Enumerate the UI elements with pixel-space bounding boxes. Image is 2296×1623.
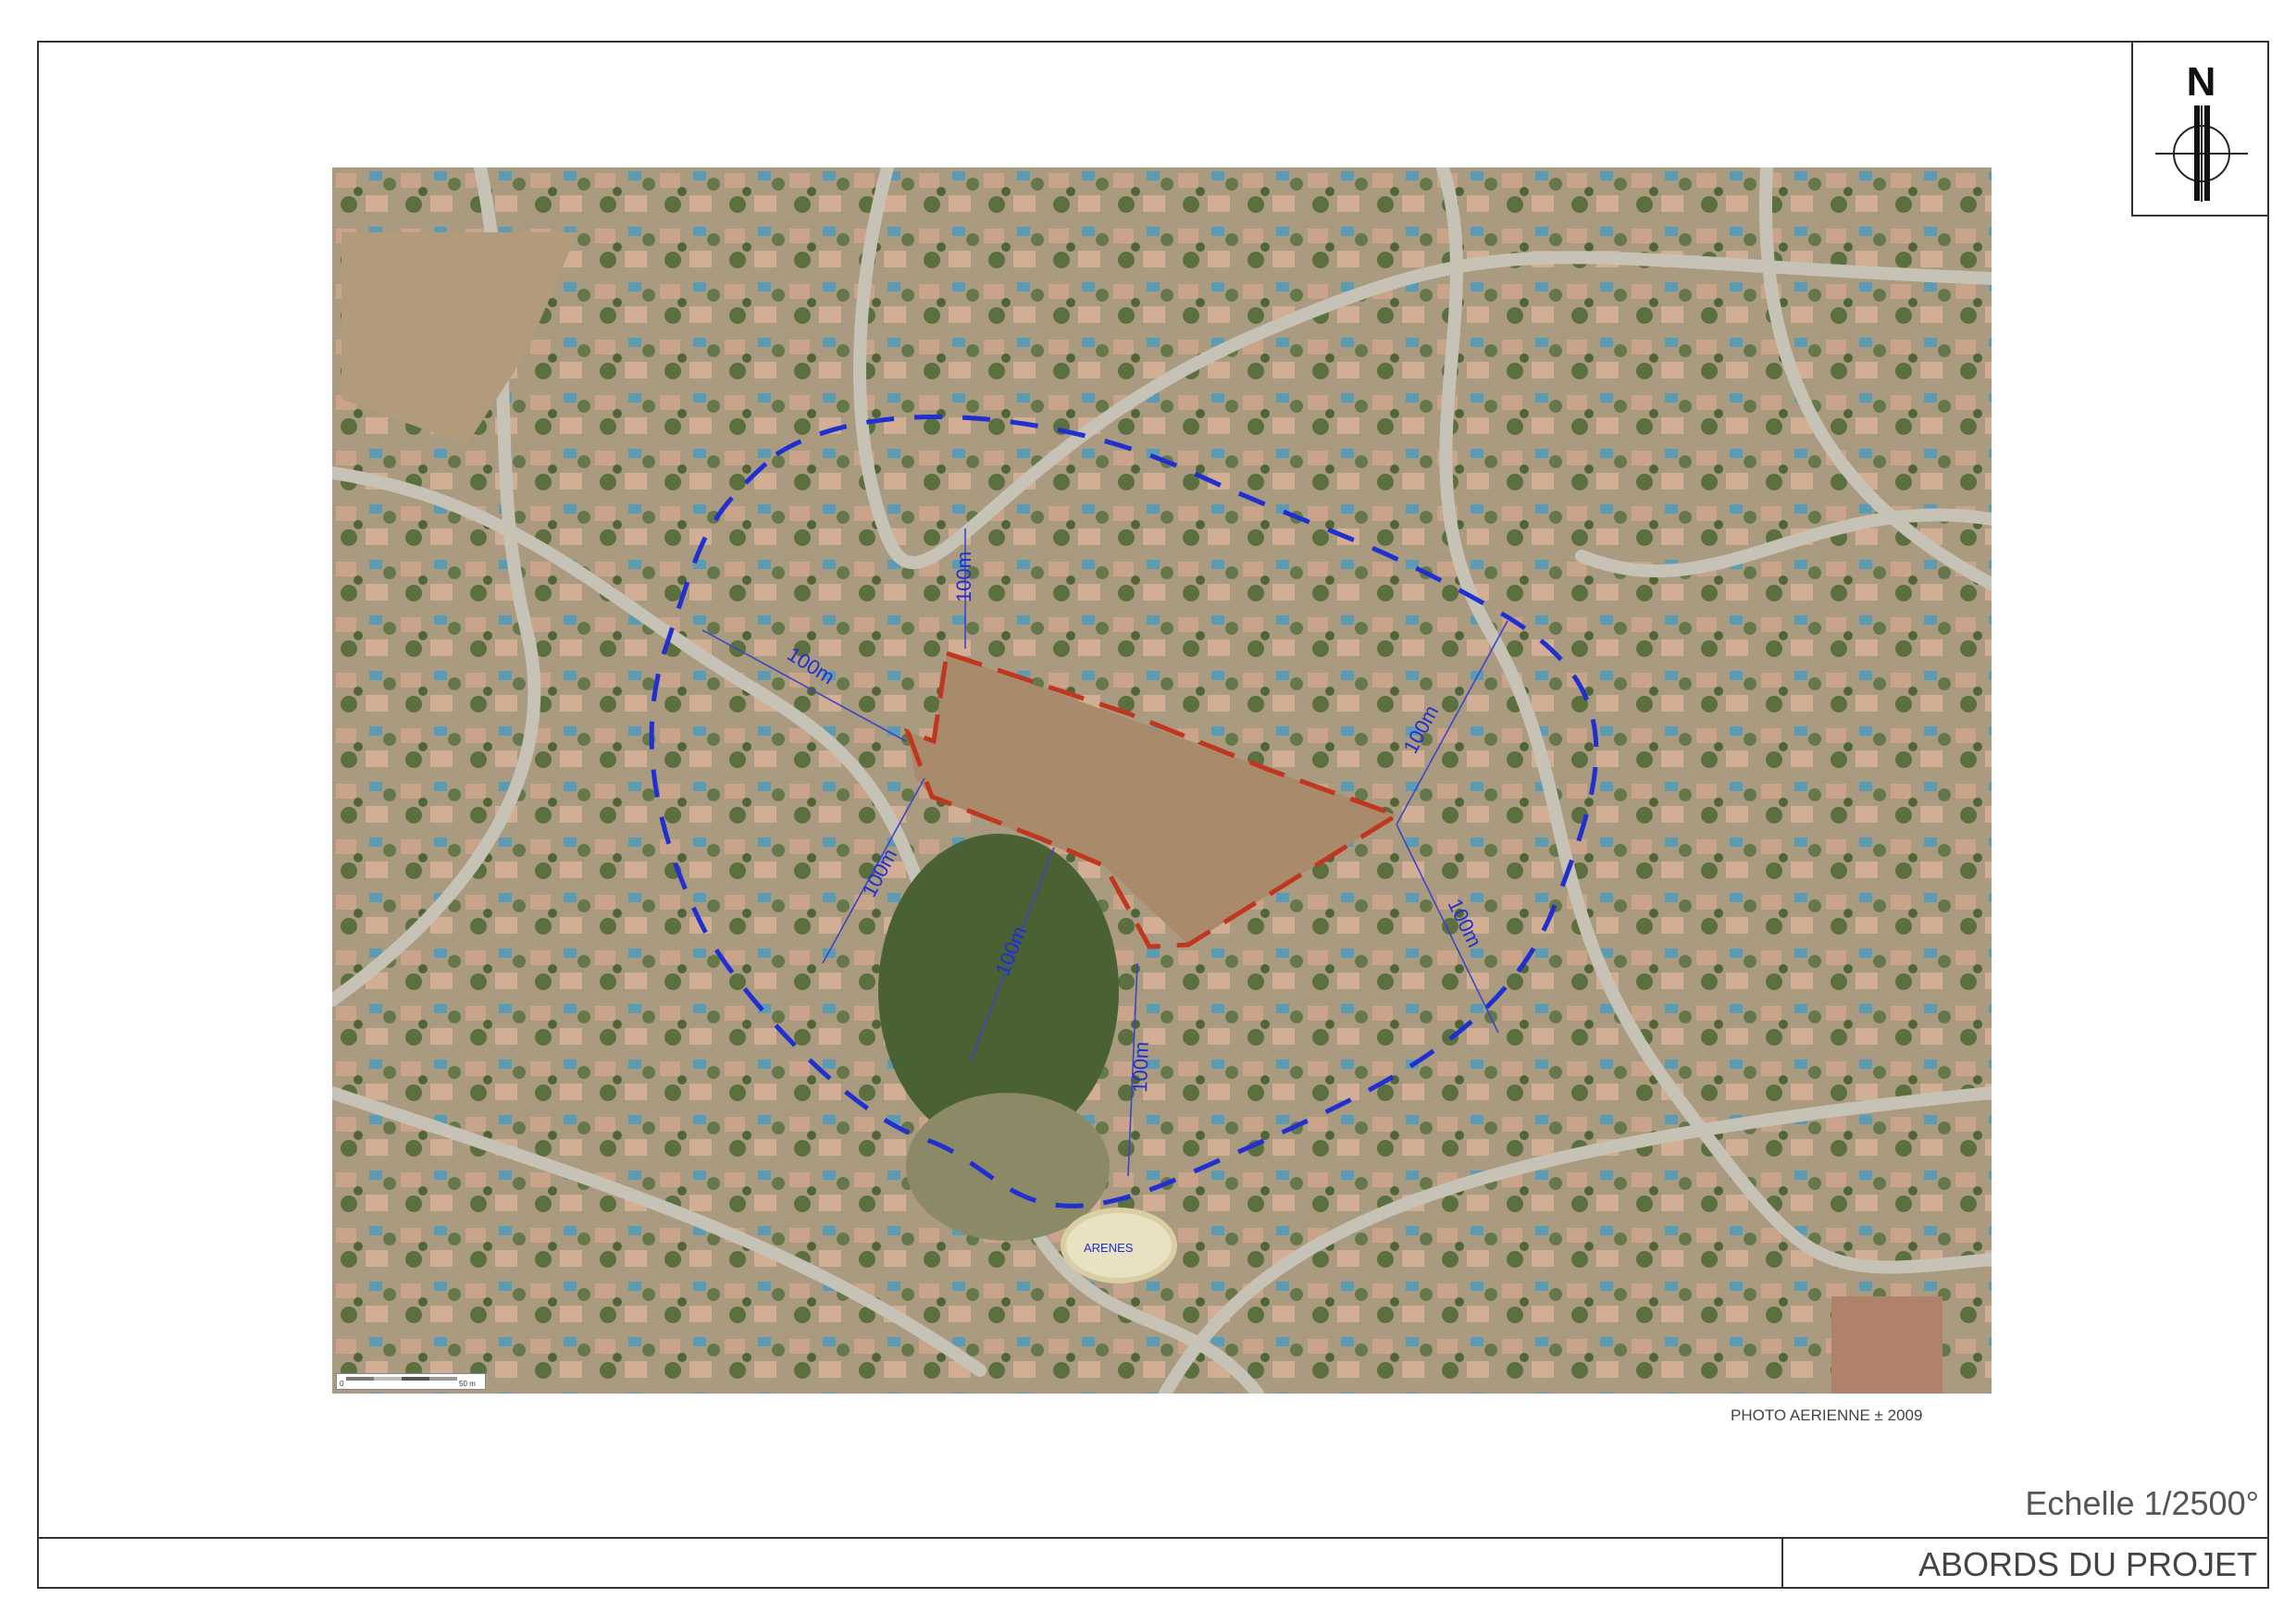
aerial-photo-canvas: 100m 100m 100m 100m 100m 100m 100m ARENE… (332, 167, 1992, 1394)
north-arrow-box: N (2131, 41, 2269, 217)
footer-cell-divider (1781, 1537, 1783, 1589)
distance-label: 100m (952, 551, 975, 602)
aerial-photo: 100m 100m 100m 100m 100m 100m 100m ARENE… (332, 167, 1992, 1394)
place-label-arenes: ARENES (1084, 1241, 1134, 1255)
north-label: N (2186, 59, 2216, 105)
photo-caption: PHOTO AERIENNE ± 2009 (1731, 1406, 1923, 1424)
distance-label: 100m (1128, 1041, 1153, 1093)
north-arrow-icon (2155, 105, 2248, 202)
scalebar-end: 50 m (459, 1380, 476, 1388)
footer-divider (37, 1537, 2269, 1539)
page-title: ABORDS DU PROJET (1917, 1545, 2257, 1583)
scale-text: Echelle 1/2500° (2025, 1484, 2259, 1522)
scalebar: 0 50 m (336, 1373, 486, 1390)
scalebar-start: 0 (340, 1380, 344, 1388)
